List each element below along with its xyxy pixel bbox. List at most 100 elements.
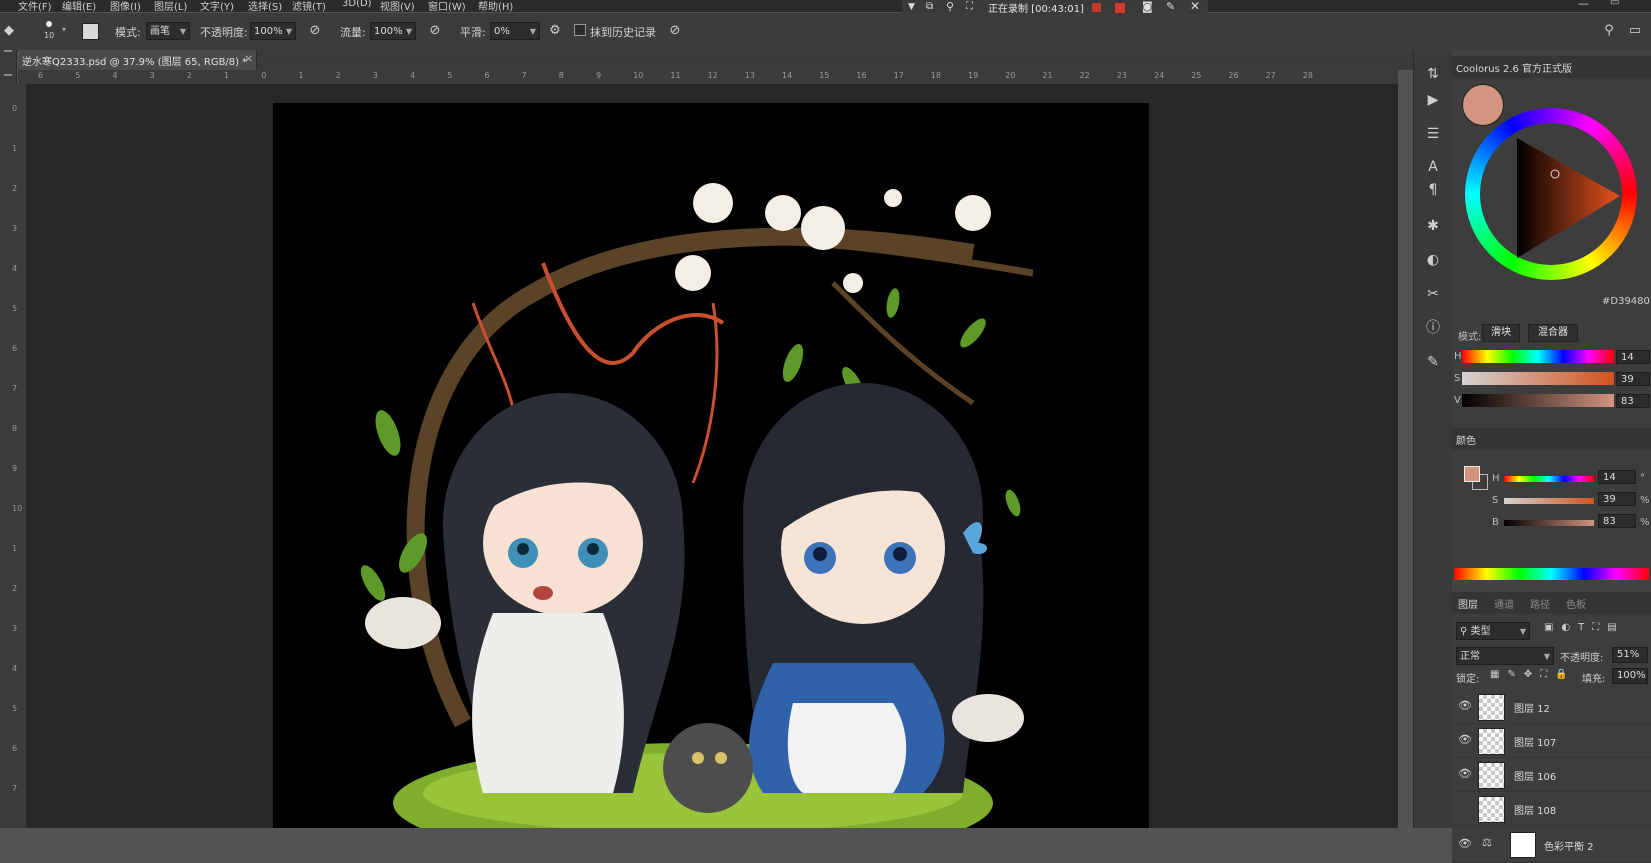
menu-3d[interactable]: 3D(D) [342, 0, 372, 9]
history-icon[interactable]: ⇅ [1423, 64, 1443, 84]
character-icon[interactable]: A [1423, 157, 1443, 177]
slider-mode-button[interactable]: 滑块 [1482, 324, 1520, 342]
layer-row[interactable]: 👁 图层 108 [1452, 792, 1651, 826]
coolorus-title[interactable]: Coolorus 2.6 官方正式版 [1456, 60, 1572, 75]
ruler-tick-label: 1 [298, 71, 304, 80]
h-value[interactable]: 14 [1616, 350, 1650, 364]
menu-type[interactable]: 文字(Y) [200, 0, 234, 12]
eye-icon[interactable]: 👁 [1458, 837, 1472, 851]
stop-icon[interactable] [1115, 3, 1125, 13]
v-value[interactable]: 83 [1616, 394, 1650, 408]
hue-ring[interactable] [1465, 108, 1637, 280]
info-icon[interactable]: ⓘ [1423, 318, 1443, 338]
brush-panel-icon[interactable] [82, 23, 99, 40]
tools-icon[interactable]: ✂ [1423, 284, 1443, 304]
tab-layers[interactable]: 图层 [1458, 596, 1478, 611]
menu-file[interactable]: 文件(F) [18, 0, 52, 12]
adjustments-icon[interactable]: ☰ [1423, 124, 1443, 144]
eye-icon[interactable]: 👁 [1458, 733, 1472, 747]
document-tab[interactable]: 逆水寒Q2333.psd @ 37.9% (图层 65, RGB/8) * × [18, 50, 257, 70]
coolorus-tabbar: Coolorus 2.6 官方正式版 [1452, 56, 1651, 78]
layer-opacity-value[interactable]: 51% [1612, 647, 1648, 663]
styles-icon[interactable]: ◐ [1423, 250, 1443, 270]
layer-filter-select[interactable]: ⚲ 类型 ▼ [1456, 622, 1530, 640]
eye-icon[interactable]: 👁 [1458, 767, 1472, 781]
s-slider[interactable] [1462, 372, 1614, 385]
pause-icon[interactable] [1092, 3, 1101, 12]
search-icon[interactable]: ⚲ [946, 0, 954, 13]
menu-edit[interactable]: 编辑(E) [62, 0, 96, 12]
chevron-down-icon[interactable]: ▾ [62, 25, 66, 34]
airbrush-icon[interactable]: ⊘ [426, 22, 444, 40]
menu-image[interactable]: 图像(I) [110, 0, 141, 12]
pressure-opacity-icon[interactable]: ⊘ [306, 22, 324, 40]
layer-row[interactable]: 👁 图层 12 [1452, 690, 1651, 724]
foreground-color-swatch[interactable] [1464, 466, 1480, 482]
brush-preset-icon[interactable] [46, 21, 52, 27]
saturation-triangle[interactable] [1465, 108, 1637, 280]
minimize-icon[interactable]: — [1578, 0, 1589, 10]
close-icon[interactable]: × [244, 52, 253, 65]
opacity-value: 100% [254, 26, 283, 37]
h-slider[interactable] [1462, 350, 1614, 363]
eye-icon[interactable]: 👁 [1458, 699, 1472, 713]
h-slider[interactable] [1504, 476, 1594, 482]
menu-filter[interactable]: 滤镜(T) [292, 0, 326, 12]
tab-paths[interactable]: 路径 [1530, 596, 1550, 611]
opacity-field[interactable]: 100% ▼ [250, 22, 296, 40]
blend-mode-select[interactable]: 正常 ▼ [1456, 647, 1554, 665]
maximize-icon[interactable]: ▭ [1610, 0, 1619, 8]
menu-window[interactable]: 窗口(W) [428, 0, 466, 12]
play-icon[interactable]: ▶ [1423, 90, 1443, 110]
lock-icons[interactable]: ▦✎✥⛶🔒 [1490, 669, 1576, 680]
b-slider[interactable] [1504, 520, 1594, 526]
hex-value[interactable]: #D39480 [1602, 296, 1650, 307]
mode-select[interactable]: 画笔 ▼ [146, 22, 190, 40]
h-value[interactable]: 14 [1598, 470, 1636, 484]
brush-settings-icon[interactable]: ✎ [1423, 352, 1443, 372]
s-value[interactable]: 39 [1598, 492, 1636, 506]
paragraph-icon[interactable]: ¶ [1423, 180, 1443, 200]
eraser-tool-icon[interactable]: ◆ [0, 22, 18, 40]
gear-icon[interactable]: ⚙ [546, 22, 564, 40]
menu-help[interactable]: 帮助(H) [478, 0, 513, 12]
s-value[interactable]: 39 [1616, 372, 1650, 386]
menu-layer[interactable]: 图层(L) [154, 0, 187, 12]
tab-swatches[interactable]: 色板 [1566, 596, 1586, 611]
close-icon[interactable]: ✕ [1190, 0, 1200, 13]
search-icon[interactable]: ⚲ [1600, 22, 1618, 40]
layer-row[interactable]: 👁 图层 107 [1452, 724, 1651, 758]
collapse-icon[interactable]: ▼ [908, 2, 915, 12]
s-slider[interactable] [1504, 498, 1594, 504]
erase-history-checkbox[interactable] [574, 24, 586, 36]
workspace-icon[interactable]: ▭ [1626, 22, 1644, 40]
color-panel-title[interactable]: 颜色 [1456, 432, 1476, 447]
document-canvas[interactable] [273, 103, 1149, 828]
adjustment-layer-row[interactable]: 👁 ⚖ 色彩平衡 2 [1452, 828, 1651, 863]
menu-view[interactable]: 视图(V) [380, 0, 415, 12]
color-spectrum-bar[interactable] [1454, 568, 1649, 580]
layer-row[interactable]: 👁 图层 106 [1452, 758, 1651, 792]
layer-filter-icons[interactable]: ▣◐T⛶▤ [1544, 622, 1625, 633]
window-icon[interactable]: ⧉ [926, 1, 933, 12]
pen-icon[interactable]: ✎ [1166, 0, 1175, 13]
balance-icon: ⚖ [1482, 836, 1492, 849]
v-slider[interactable] [1462, 394, 1614, 407]
tab-channels[interactable]: 通道 [1494, 596, 1514, 611]
ruler-tick-label: 1 [12, 544, 18, 553]
b-value[interactable]: 83 [1598, 514, 1636, 528]
pressure-size-icon[interactable]: ⊘ [666, 22, 684, 40]
fill-value[interactable]: 100% [1612, 668, 1648, 684]
mixer-mode-button[interactable]: 混合器 [1528, 324, 1578, 342]
clone-source-icon[interactable]: ✱ [1423, 216, 1443, 236]
ruler-tick-label: 10 [12, 504, 23, 513]
h-label: H [1492, 473, 1500, 484]
crop-region-icon[interactable]: ⛶ [966, 1, 973, 12]
smoothing-field[interactable]: 0% ▼ [490, 22, 540, 40]
ruler-tick-label: 22 [1079, 71, 1090, 80]
camera-icon[interactable]: ◙ [1142, 0, 1153, 13]
layer-filter-value: 类型 [1470, 626, 1491, 637]
flow-field[interactable]: 100% ▼ [370, 22, 416, 40]
ruler-tick-label: 21 [1042, 71, 1053, 80]
menu-select[interactable]: 选择(S) [248, 0, 282, 12]
